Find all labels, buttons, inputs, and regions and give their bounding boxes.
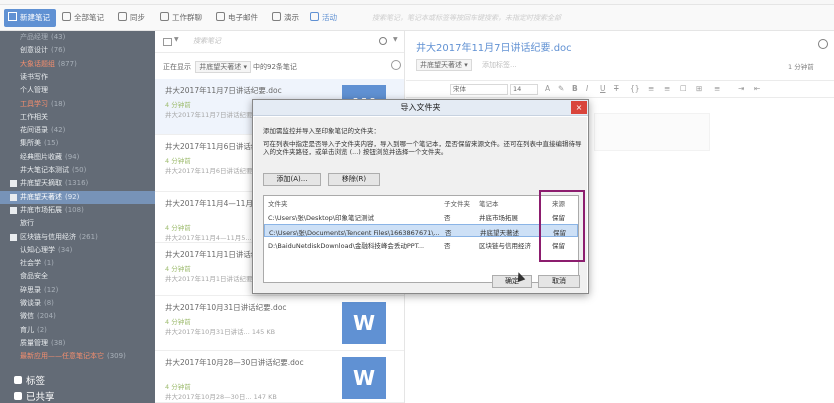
cancel-button[interactable]: 取消: [538, 275, 580, 288]
import-folder-dialog: 导入文件夹 × 添加需监控并导入至印象笔记的文件夹： 可在列表中指定是否导入子文…: [252, 99, 589, 294]
cell-sub[interactable]: 否: [445, 227, 475, 237]
remove-folder-button[interactable]: 移除(R): [328, 173, 380, 186]
cell-notebook[interactable]: 区块链与信用经济: [479, 240, 547, 250]
folder-table: 文件夹 子文件夹 笔记本 来源 C:\Users\张\Desktop\印象笔记测…: [263, 195, 579, 283]
column-header-folder: 文件夹: [268, 200, 288, 208]
table-row[interactable]: C:\Users\张\Desktop\印象笔记测试否井底市场拓展 保留: [264, 210, 578, 223]
cell-sub[interactable]: 否: [444, 240, 474, 250]
table-row[interactable]: D:\BaiduNetdiskDownload\金融科技峰会丢动PPT... 否区…: [264, 238, 578, 251]
cell-notebook[interactable]: 井底市场拓展: [479, 212, 547, 222]
source-column-highlight: [539, 190, 585, 262]
cell-notebook[interactable]: 井底望天著述: [480, 227, 548, 237]
cell-folder[interactable]: D:\BaiduNetdiskDownload\金融科技峰会丢动PPT...: [268, 240, 440, 250]
cell-folder[interactable]: C:\Users\张\Desktop\印象笔记测试: [268, 212, 440, 222]
cell-folder[interactable]: C:\Users\张\Documents\Tencent Files\16638…: [269, 227, 441, 237]
dialog-intro: 添加需监控并导入至印象笔记的文件夹：: [263, 127, 380, 135]
ok-button[interactable]: 确定: [492, 275, 532, 288]
column-header-subfolder: 子文件夹: [444, 200, 470, 208]
dialog-body: 添加需监控并导入至印象笔记的文件夹： 可在列表中指定是否导入子文件夹内容，导入到…: [254, 117, 587, 293]
cell-sub[interactable]: 否: [444, 212, 474, 222]
column-header-notebook: 笔记本: [479, 200, 499, 208]
dialog-title: 导入文件夹: [253, 100, 588, 116]
table-row[interactable]: C:\Users\张\Documents\Tencent Files\16638…: [264, 224, 578, 237]
close-icon[interactable]: ×: [571, 101, 587, 114]
dialog-description: 可在列表中指定是否导入子文件夹内容，导入到哪一个笔记本，是否保留来源文件。还可在…: [263, 140, 582, 156]
add-folder-button[interactable]: 添加(A)...: [263, 173, 321, 186]
